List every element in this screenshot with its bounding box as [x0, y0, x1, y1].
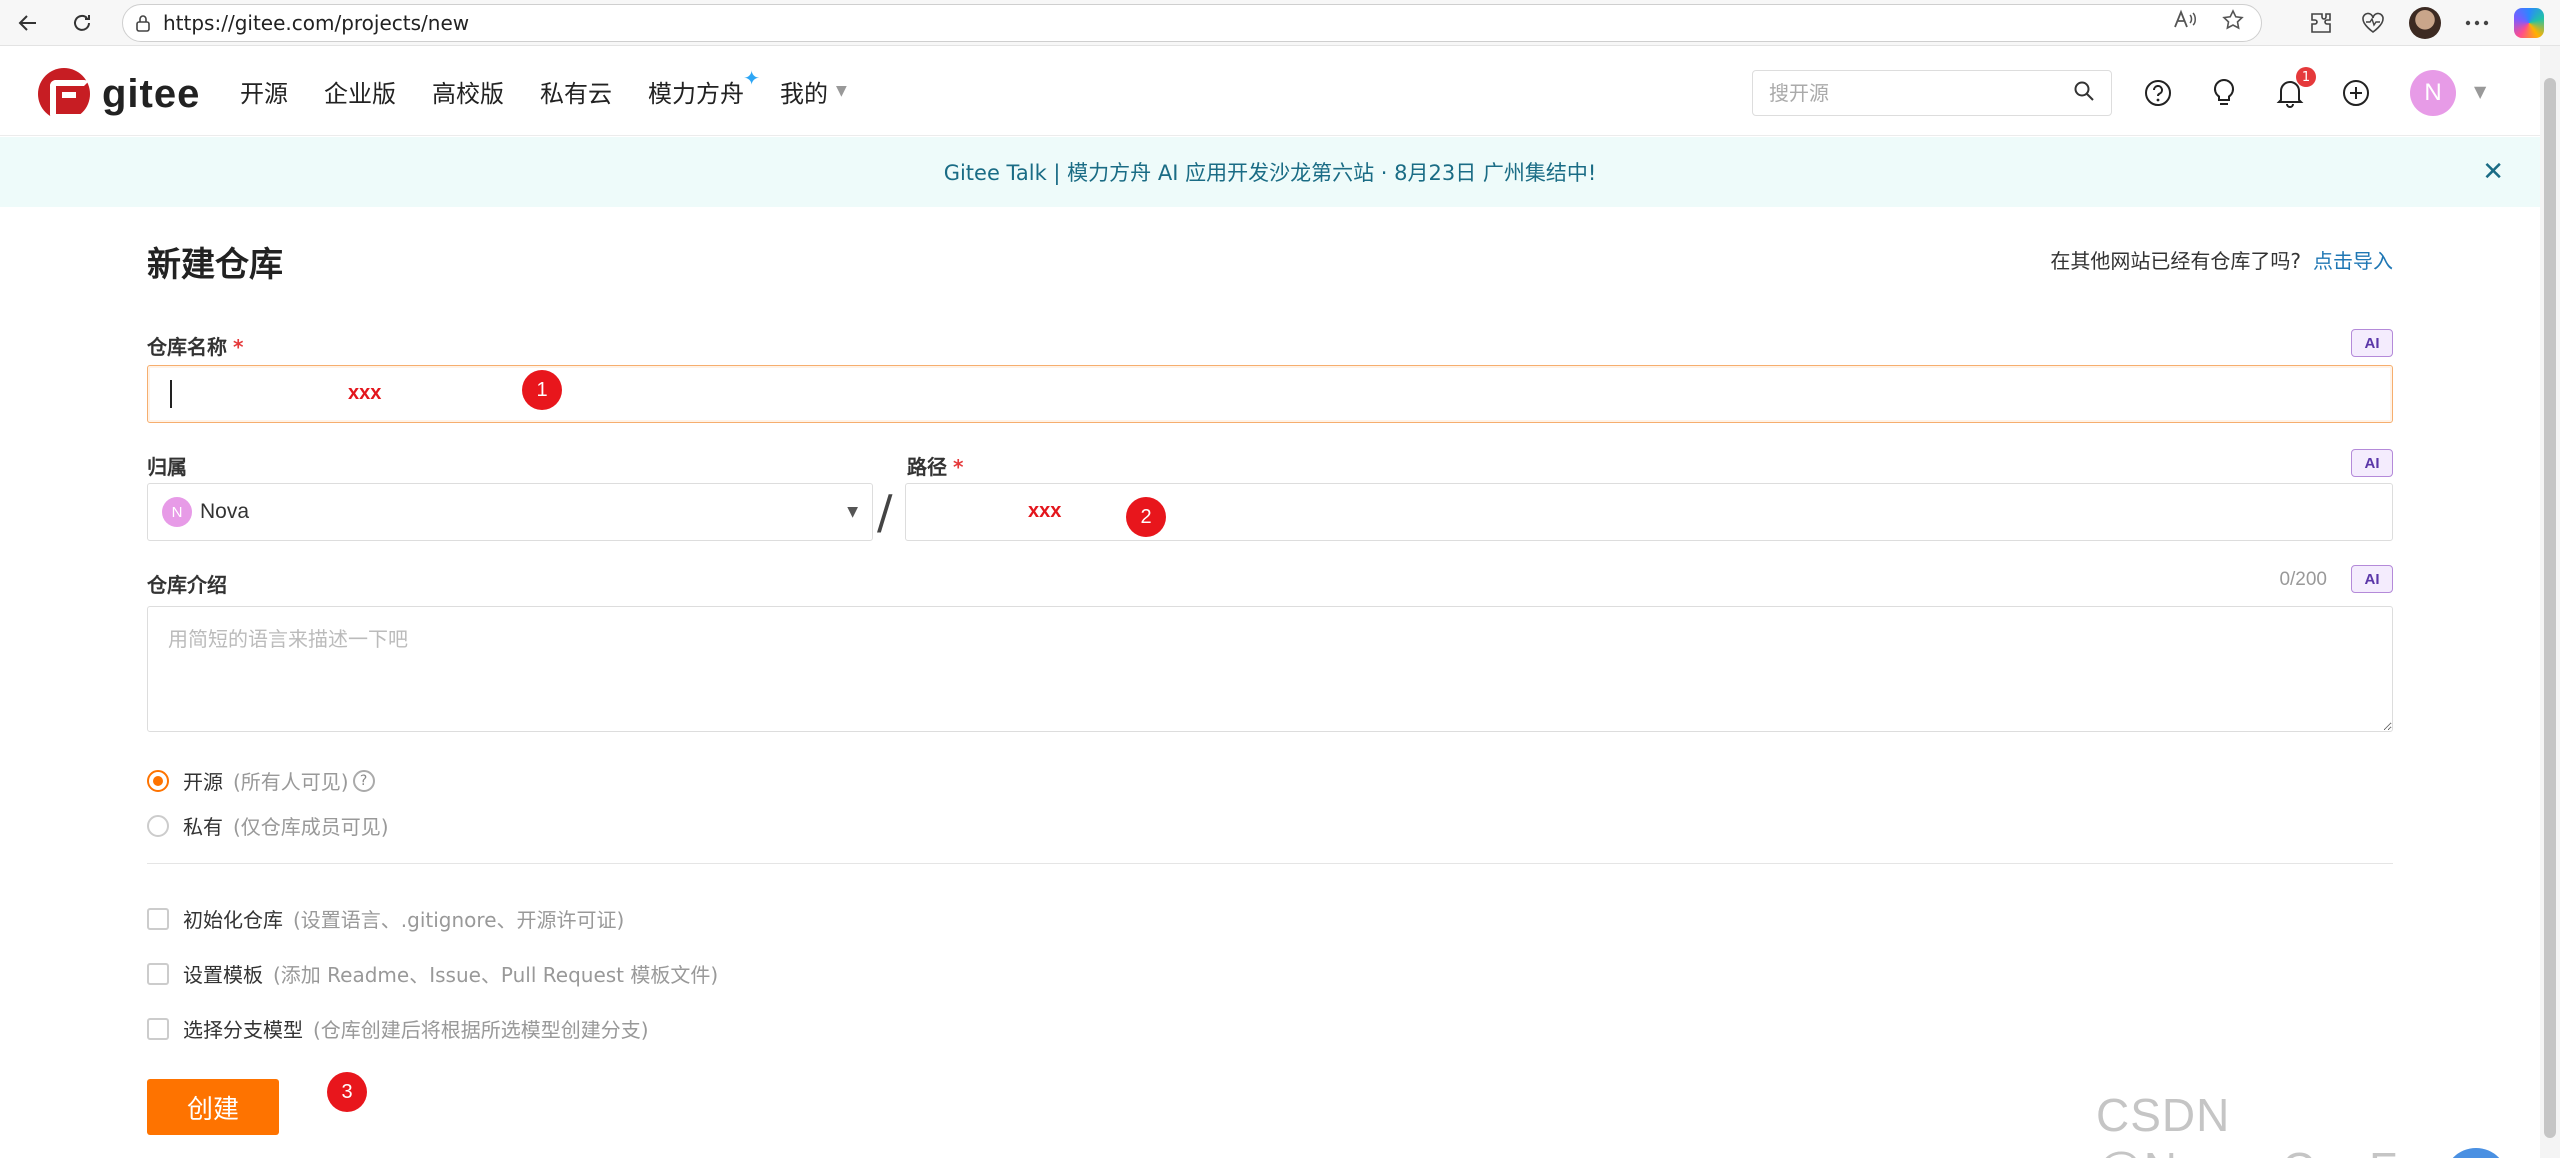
checkbox-branch-model[interactable]: [147, 1017, 169, 1040]
lightbulb-icon[interactable]: [2208, 77, 2240, 109]
step-marker-1: 1: [522, 370, 562, 410]
owner-name: Nova: [200, 500, 250, 523]
path-label: 路径 *: [907, 451, 963, 480]
radio-open-source[interactable]: [147, 769, 169, 792]
sparkle-icon: ✦: [743, 65, 760, 90]
repo-name-annotation: xxx: [348, 382, 382, 404]
user-menu-chevron-icon[interactable]: ▼: [2474, 82, 2486, 101]
ai-badge-repo-name[interactable]: AI: [2351, 329, 2393, 357]
browser-toolbar: https://gitee.com/projects/new: [0, 0, 2560, 46]
favorite-star-icon[interactable]: [2221, 8, 2245, 38]
nav-mine-label: 我的: [780, 79, 828, 108]
nav-private-cloud[interactable]: 私有云: [540, 74, 612, 109]
radio-private[interactable]: [147, 814, 169, 837]
visibility-private-label: 私有: [183, 815, 223, 839]
nav-open-source[interactable]: 开源: [240, 74, 288, 109]
visibility-private[interactable]: 私有 (仅仓库成员可见): [147, 811, 389, 840]
option-init-repo[interactable]: 初始化仓库 (设置语言、.gitignore、开源许可证): [147, 904, 624, 933]
visibility-open-source[interactable]: 开源 (所有人可见) ?: [147, 766, 375, 795]
chevron-down-icon: ▼: [836, 83, 847, 99]
extensions-icon[interactable]: [2304, 6, 2338, 40]
help-icon[interactable]: [2142, 77, 2174, 109]
ai-badge-description[interactable]: AI: [2351, 565, 2393, 593]
chevron-down-icon: ▼: [847, 504, 858, 520]
logo-text: gitee: [102, 71, 201, 116]
nav-education[interactable]: 高校版: [432, 74, 504, 109]
csdn-watermark: CSDN @Nova_CaoFc: [2096, 1089, 2421, 1158]
owner-label: 归属: [147, 455, 187, 479]
browser-essentials-icon[interactable]: [2356, 6, 2390, 40]
option-branch-model-hint: (仓库创建后将根据所选模型创建分支): [313, 1018, 649, 1042]
owner-select[interactable]: N Nova ▼: [147, 483, 873, 541]
gitee-logo-icon: [38, 68, 90, 120]
lock-icon: [123, 5, 163, 41]
visibility-open-source-hint: (所有人可见): [233, 770, 349, 794]
import-link[interactable]: 点击导入: [2313, 249, 2393, 273]
path-separator: /: [877, 485, 893, 539]
ai-badge-path[interactable]: AI: [2351, 449, 2393, 477]
search-input[interactable]: [1769, 81, 2073, 105]
repo-name-input[interactable]: xxx: [147, 365, 2393, 423]
divider: [147, 863, 2393, 864]
option-branch-model[interactable]: 选择分支模型 (仓库创建后将根据所选模型创建分支): [147, 1014, 649, 1043]
address-bar[interactable]: https://gitee.com/projects/new: [122, 4, 2262, 42]
text-cursor: [170, 380, 172, 408]
description-textarea[interactable]: [147, 606, 2393, 732]
search-icon[interactable]: [2073, 80, 2095, 106]
repo-name-label-text: 仓库名称: [147, 335, 227, 359]
required-mark: *: [233, 335, 244, 359]
nav-enterprise[interactable]: 企业版: [324, 74, 396, 109]
notification-bell-icon[interactable]: 1: [2274, 67, 2316, 109]
page-title: 新建仓库: [147, 245, 283, 285]
option-template-label: 设置模板: [183, 963, 263, 987]
search-box: [1752, 70, 2112, 116]
visibility-open-source-label: 开源: [183, 770, 223, 794]
nav-mine[interactable]: 我的 ▼: [780, 74, 847, 109]
profile-avatar-icon[interactable]: [2408, 6, 2442, 40]
description-label: 仓库介绍: [147, 573, 227, 597]
add-icon[interactable]: [2340, 77, 2372, 109]
user-avatar[interactable]: N: [2410, 70, 2456, 116]
question-mark-icon[interactable]: ?: [352, 769, 375, 792]
main-nav: 开源 企业版 高校版 私有云 模力方舟 ✦ 我的 ▼: [240, 46, 847, 136]
required-mark: *: [953, 455, 964, 479]
site-header: gitee 开源 企业版 高校版 私有云 模力方舟 ✦ 我的 ▼ 1: [0, 46, 2540, 136]
announcement-banner: Gitee Talk | 模力方舟 AI 应用开发沙龙第六站 · 8月23日 广…: [0, 137, 2540, 207]
option-init-repo-hint: (设置语言、.gitignore、开源许可证): [293, 908, 625, 932]
option-template-hint: (添加 Readme、Issue、Pull Request 模板文件): [273, 963, 719, 987]
nav-moli-fangzhou-label: 模力方舟: [648, 79, 744, 108]
step-marker-2: 2: [1126, 497, 1166, 537]
notification-badge: 1: [2296, 67, 2316, 87]
scrollbar-thumb[interactable]: [2544, 78, 2556, 1138]
option-template[interactable]: 设置模板 (添加 Readme、Issue、Pull Request 模板文件): [147, 959, 718, 988]
close-icon[interactable]: ✕: [2482, 157, 2504, 187]
import-hint-text: 在其他网站已经有仓库了吗?: [2050, 249, 2301, 273]
copilot-icon[interactable]: [2512, 6, 2546, 40]
visibility-private-hint: (仅仓库成员可见): [233, 815, 389, 839]
refresh-icon[interactable]: [64, 5, 100, 41]
nav-moli-fangzhou[interactable]: 模力方舟 ✦: [648, 66, 760, 109]
gitee-logo[interactable]: gitee: [38, 68, 200, 120]
back-icon[interactable]: [10, 5, 46, 41]
url-text: https://gitee.com/projects/new: [163, 11, 470, 35]
repo-name-label: 仓库名称 *: [147, 331, 243, 360]
option-init-repo-label: 初始化仓库: [183, 908, 283, 932]
read-aloud-icon[interactable]: [2173, 9, 2197, 37]
description-counter: 0/200: [2279, 569, 2327, 590]
more-menu-icon[interactable]: [2460, 6, 2494, 40]
announcement-text[interactable]: Gitee Talk | 模力方舟 AI 应用开发沙龙第六站 · 8月23日 广…: [944, 157, 1597, 187]
checkbox-template[interactable]: [147, 962, 169, 985]
header-icons: 1: [2142, 67, 2372, 116]
owner-avatar: N: [162, 497, 192, 527]
step-marker-3: 3: [327, 1072, 367, 1112]
path-label-text: 路径: [907, 455, 947, 479]
option-branch-model-label: 选择分支模型: [183, 1018, 303, 1042]
page-scrollbar[interactable]: [2540, 46, 2560, 1158]
create-button[interactable]: 创建: [147, 1079, 279, 1135]
new-repo-form: 新建仓库 在其他网站已经有仓库了吗? 点击导入 仓库名称 * AI xxx 1 归属…: [147, 207, 2393, 1158]
path-annotation: xxx: [1028, 500, 1062, 522]
import-hint: 在其他网站已经有仓库了吗? 点击导入: [2050, 245, 2393, 274]
checkbox-init-repo[interactable]: [147, 907, 169, 930]
